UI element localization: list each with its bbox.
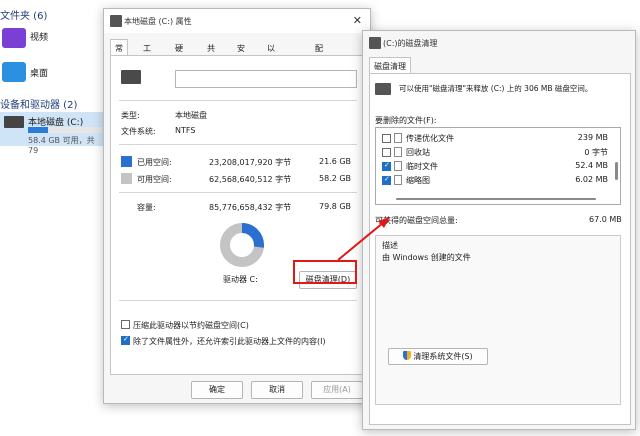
file-size: 6.02 MB: [575, 175, 608, 184]
capacity-label: 容量:: [137, 203, 156, 212]
folders-section-title[interactable]: 文件夹 (6): [0, 7, 47, 22]
type-label: 类型:: [121, 111, 140, 120]
capacity-bytes: 85,776,658,432 字节: [209, 203, 292, 212]
shield-icon: [403, 351, 412, 360]
list-horizontal-scrollbar[interactable]: [396, 198, 596, 200]
ok-button[interactable]: 确定: [191, 381, 243, 399]
disk-usage-donut-chart: [220, 223, 264, 267]
filesystem-label: 文件系统:: [121, 127, 156, 136]
drive-usage-fill: [28, 127, 48, 133]
recycle-bin-icon: [394, 147, 402, 157]
tab-sharing[interactable]: 共享: [202, 39, 220, 64]
desktop-folder-icon: [2, 62, 26, 82]
used-space-swatch: [121, 156, 132, 167]
file-size: 0 字节: [584, 148, 608, 157]
compress-drive-label: 压缩此驱动器以节约磁盘空间(C): [133, 321, 249, 330]
list-vertical-scrollbar[interactable]: [615, 132, 618, 194]
total-space-value: 67.0 MB: [589, 215, 622, 224]
file-checkbox[interactable]: [382, 175, 391, 185]
capacity-gb: 79.8 GB: [319, 202, 352, 211]
file-size: 239 MB: [577, 133, 608, 142]
properties-titlebar[interactable]: 本地磁盘 (C:) 属性 ✕: [104, 9, 370, 33]
divider: [119, 192, 357, 193]
tab-disk-cleanup[interactable]: 磁盘清理: [369, 57, 411, 73]
file-icon: [394, 133, 402, 143]
file-name: 回收站: [406, 148, 430, 157]
file-icon: [394, 161, 402, 171]
free-space-label: 可用空间:: [137, 175, 172, 184]
drive-name-input[interactable]: [175, 70, 357, 88]
list-item[interactable]: 回收站 0 字节: [376, 146, 612, 159]
drive-usage-bar: [28, 127, 102, 133]
drive-letter-label: 驱动器 C:: [223, 275, 258, 284]
filesystem-value: NTFS: [175, 126, 196, 135]
used-space-bytes: 23,208,017,920 字节: [209, 158, 292, 167]
type-value: 本地磁盘: [175, 111, 207, 120]
apply-button[interactable]: 应用(A): [311, 381, 363, 399]
disk-cleanup-icon: [369, 37, 381, 49]
video-folder-icon: [2, 28, 26, 48]
description-label: 描述: [382, 241, 398, 250]
tab-tools[interactable]: 工具: [138, 39, 156, 64]
drive-properties-dialog: 本地磁盘 (C:) 属性 ✕ 常规 工具 硬件 共享 安全 以前的版本 配额 类…: [103, 8, 371, 404]
list-item[interactable]: 临时文件 52.4 MB: [376, 160, 612, 173]
drive-c-item[interactable]: 本地磁盘 (C:) 58.4 GB 可用，共 79: [0, 112, 104, 155]
index-contents-checkbox[interactable]: [121, 335, 130, 345]
devices-section-title[interactable]: 设备和驱动器 (2): [0, 96, 77, 111]
free-space-swatch: [121, 173, 132, 184]
description-group: 描述 由 Windows 创建的文件 清理系统文件(S): [375, 235, 621, 405]
free-space-bytes: 62,568,640,512 字节: [209, 175, 292, 184]
files-to-delete-label: 要删除的文件(F):: [375, 116, 437, 125]
free-space-gb: 58.2 GB: [319, 174, 352, 183]
divider: [119, 300, 357, 301]
drive-icon: [110, 15, 122, 27]
divider: [119, 144, 357, 145]
file-name: 临时文件: [406, 162, 438, 171]
cancel-button[interactable]: 取消: [251, 381, 303, 399]
general-tab-panel: 类型: 本地磁盘 文件系统: NTFS 已用空间: 23,208,017,920…: [110, 55, 365, 375]
tab-quota[interactable]: 配额: [310, 39, 328, 64]
clean-system-files-label: 清理系统文件(S): [413, 352, 473, 361]
index-contents-label: 除了文件属性外，还允许索引此驱动器上文件的内容(I): [133, 337, 326, 346]
clean-system-files-button[interactable]: 清理系统文件(S): [388, 348, 488, 365]
total-space-label: 可获得的磁盘空间总量:: [375, 216, 458, 225]
tab-general[interactable]: 常规: [110, 39, 128, 64]
cleanup-intro-text: 可以使用"磁盘清理"来释放 (C:) 上的 306 MB 磁盘空间。: [399, 84, 593, 93]
disk-cleanup-dialog: (C:)的磁盘清理 磁盘清理 可以使用"磁盘清理"来释放 (C:) 上的 306…: [362, 30, 636, 430]
drive-icon: [4, 116, 24, 128]
cleanup-titlebar[interactable]: (C:)的磁盘清理: [363, 31, 635, 55]
properties-title: 本地磁盘 (C:) 属性: [124, 17, 192, 26]
close-icon[interactable]: ✕: [353, 14, 362, 27]
tab-previous-versions[interactable]: 以前的版本: [262, 39, 280, 97]
file-checkbox[interactable]: [382, 148, 391, 157]
cleanup-button-highlight: [293, 260, 357, 284]
video-folder-label[interactable]: 视频: [30, 30, 48, 43]
cleanup-title: (C:)的磁盘清理: [383, 39, 438, 48]
file-name: 传递优化文件: [406, 134, 454, 143]
list-item[interactable]: 缩略图 6.02 MB: [376, 174, 612, 187]
file-icon: [394, 175, 402, 185]
desktop-folder-label[interactable]: 桌面: [30, 66, 48, 79]
file-name: 缩略图: [406, 176, 430, 185]
file-size: 52.4 MB: [575, 161, 608, 170]
description-text: 由 Windows 创建的文件: [382, 253, 471, 262]
disk-cleanup-large-icon: [375, 83, 391, 95]
compress-drive-checkbox[interactable]: [121, 320, 130, 329]
used-space-label: 已用空间:: [137, 158, 172, 167]
used-space-gb: 21.6 GB: [319, 157, 352, 166]
file-checkbox[interactable]: [382, 134, 391, 143]
divider: [119, 100, 357, 101]
files-to-delete-list[interactable]: 传递优化文件 239 MB 回收站 0 字节 临时文件 52.4 MB 缩略图 …: [375, 127, 621, 205]
drive-large-icon: [121, 70, 141, 84]
tab-security[interactable]: 安全: [232, 39, 250, 64]
tab-hardware[interactable]: 硬件: [170, 39, 188, 64]
list-item[interactable]: 传递优化文件 239 MB: [376, 132, 612, 145]
file-checkbox[interactable]: [382, 161, 391, 171]
drive-c-space: 58.4 GB 可用，共 79: [28, 136, 95, 155]
scrollbar-thumb[interactable]: [615, 162, 618, 180]
